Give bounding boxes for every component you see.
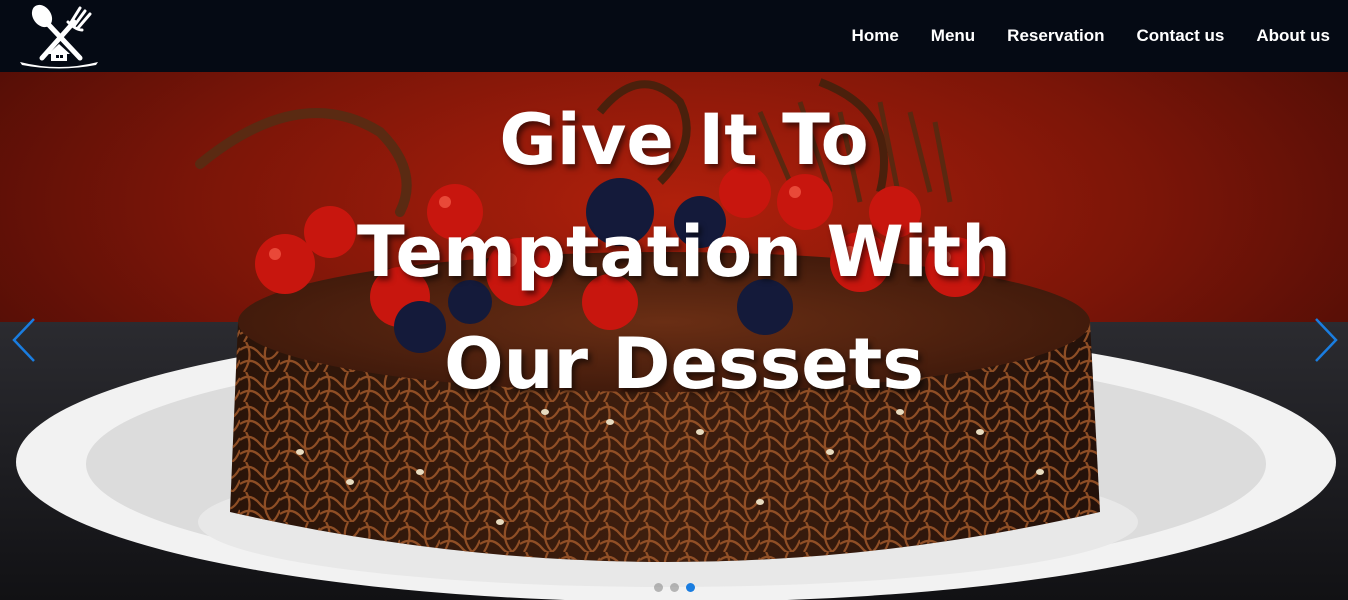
nav-link-menu[interactable]: Menu <box>931 26 975 45</box>
nav-link-contact[interactable]: Contact us <box>1137 26 1225 45</box>
nav-link-reservation[interactable]: Reservation <box>1007 26 1104 45</box>
headline-line-1: Give It To <box>499 99 869 181</box>
chevron-right-icon <box>1315 318 1338 362</box>
hero-carousel: Give It To Temptation With Our Dessets <box>0 72 1348 600</box>
carousel-prev-button[interactable] <box>4 310 44 370</box>
nav-item-home: Home <box>852 26 899 46</box>
carousel-dot-3[interactable] <box>685 583 695 592</box>
headline-line-3: Our Dessets <box>444 323 924 405</box>
nav-link-home[interactable]: Home <box>852 26 899 45</box>
headline-line-2: Temptation With <box>357 211 1011 293</box>
carousel-next-button[interactable] <box>1306 310 1346 370</box>
chevron-left-icon <box>12 318 35 362</box>
carousel-dot-2[interactable] <box>669 583 679 592</box>
nav-links: Home Menu Reservation Contact us About u… <box>820 0 1330 72</box>
nav-item-menu: Menu <box>931 26 975 46</box>
hero-headline: Give It To Temptation With Our Dessets <box>0 84 1348 420</box>
carousel-dot-1[interactable] <box>653 583 663 592</box>
nav-item-contact: Contact us <box>1137 26 1225 46</box>
navbar: Home Menu Reservation Contact us About u… <box>0 0 1348 72</box>
nav-item-reservation: Reservation <box>1007 26 1104 46</box>
nav-item-about: About us <box>1256 26 1330 46</box>
nav-link-about[interactable]: About us <box>1256 26 1330 45</box>
restaurant-logo-icon[interactable] <box>18 2 100 70</box>
carousel-pagination <box>0 583 1348 592</box>
